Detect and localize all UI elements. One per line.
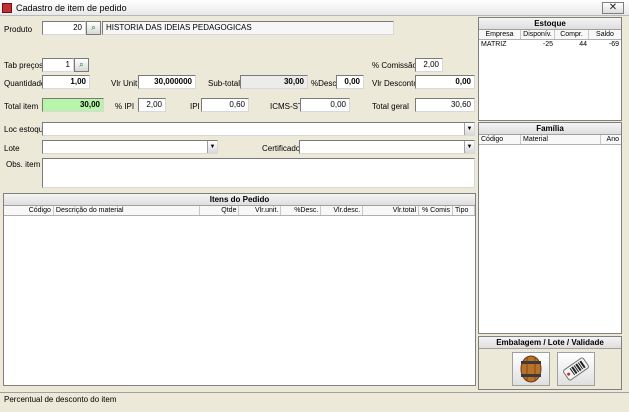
tab-precos-lookup-button[interactable]: ⌕ — [74, 58, 89, 72]
comissao-label: % Comissão — [372, 61, 417, 70]
produto-label: Produto — [4, 25, 33, 34]
quantidade-label: Quantidade — [4, 79, 46, 88]
col-codigo[interactable]: Código — [4, 206, 54, 215]
vlr-desconto-input[interactable]: 0,00 — [415, 75, 475, 89]
col-vlr-unit[interactable]: Vlr.unit. — [239, 206, 282, 215]
search-icon: ⌕ — [91, 23, 96, 32]
quantidade-input[interactable]: 1,00 — [42, 75, 90, 89]
search-icon: ⌕ — [79, 60, 84, 69]
cell-empresa: MATRIZ — [481, 41, 507, 48]
status-text: Percentual de desconto do item — [4, 395, 117, 404]
estoque-grid-header: Empresa Disponív. Compr. Saldo — [479, 30, 621, 40]
sub-total-field: 30,00 — [240, 75, 308, 89]
itens-panel: Itens do Pedido Código Descrição do mate… — [3, 193, 476, 386]
col-disponiv[interactable]: Disponív. — [521, 30, 555, 39]
window-title: Cadastro de item de pedido — [16, 3, 127, 13]
total-item-field: 30,00 — [42, 98, 104, 112]
produto-name-field: HISTORIA DAS IDEIAS PEDAGOGICAS — [102, 21, 394, 35]
col-desc[interactable]: %Desc. — [281, 206, 322, 215]
cell-compr: 44 — [579, 41, 587, 48]
certificado-select[interactable]: ▼ — [299, 140, 475, 154]
col-tipo[interactable]: Tipo — [453, 206, 475, 215]
itens-title: Itens do Pedido — [4, 194, 475, 206]
estoque-panel: Estoque Empresa Disponív. Compr. Saldo M… — [478, 17, 622, 121]
table-row[interactable]: MATRIZ -25 44 -69 — [479, 40, 621, 49]
col-empresa[interactable]: Empresa — [479, 30, 521, 39]
chevron-down-icon[interactable]: ▼ — [207, 141, 217, 153]
ipi-pct-label: % IPI — [115, 102, 135, 111]
tab-precos-input[interactable]: 1 — [42, 58, 74, 72]
itens-grid-header: Código Descrição do material Qtde Vlr.un… — [4, 206, 475, 216]
cell-saldo: -69 — [608, 41, 619, 48]
chevron-down-icon[interactable]: ▼ — [464, 123, 474, 135]
loc-estoque-select[interactable]: ▼ — [42, 122, 475, 136]
familia-panel: Família Código Material Ano — [478, 122, 622, 334]
col-qtde[interactable]: Qtde — [200, 206, 240, 215]
col-fam-material[interactable]: Material — [521, 135, 601, 144]
ipi-label: IPI — [190, 102, 200, 111]
produto-code-input[interactable]: 20 — [42, 21, 86, 35]
certificado-label: Certificado — [262, 144, 301, 153]
col-comis[interactable]: % Comis — [419, 206, 454, 215]
col-descricao[interactable]: Descrição do material — [54, 206, 200, 215]
desc-input[interactable]: 0,00 — [336, 75, 364, 89]
desc-label: %Desc — [311, 79, 337, 88]
embalagem-panel: Embalagem / Lote / Validade — [478, 336, 622, 390]
lote-select[interactable]: ▼ — [42, 140, 218, 154]
sub-total-label: Sub-total — [208, 79, 241, 88]
ipi-field[interactable]: 0,60 — [201, 98, 249, 112]
vlr-unit-label: Vlr Unit — [111, 79, 138, 88]
familia-grid-header: Código Material Ano — [479, 135, 621, 145]
col-compr[interactable]: Compr. — [555, 30, 589, 39]
icms-st-label: ICMS-ST — [270, 102, 303, 111]
col-fam-ano[interactable]: Ano — [601, 135, 621, 144]
total-geral-field: 30,60 — [415, 98, 475, 112]
obs-item-label: Obs. item — [6, 160, 41, 169]
lote-validade-button[interactable] — [557, 352, 595, 386]
col-vlr-total[interactable]: Vlr.total — [363, 206, 420, 215]
ipi-pct-input[interactable]: 2,00 — [138, 98, 166, 112]
close-button[interactable]: ✕ — [602, 2, 624, 14]
embalagem-title: Embalagem / Lote / Validade — [479, 337, 621, 349]
lote-label: Lote — [4, 144, 20, 153]
tab-precos-label: Tab preços — [4, 61, 44, 70]
barcode-tag-icon — [563, 357, 589, 381]
total-item-label: Total item — [4, 102, 39, 111]
barrel-icon — [520, 355, 542, 383]
embalagem-button[interactable] — [512, 352, 550, 386]
status-bar: Percentual de desconto do item — [0, 392, 629, 412]
app-icon — [2, 3, 12, 13]
chevron-down-icon[interactable]: ▼ — [464, 141, 474, 153]
estoque-title: Estoque — [479, 18, 621, 30]
produto-lookup-button[interactable]: ⌕ — [86, 21, 101, 35]
familia-title: Família — [479, 123, 621, 135]
comissao-input[interactable]: 2,00 — [415, 58, 443, 72]
cell-disponiv: -25 — [542, 41, 553, 48]
vlr-unit-input[interactable]: 30,000000 — [138, 75, 196, 89]
vlr-desconto-label: Vlr Desconto — [372, 79, 418, 88]
col-vlr-desc[interactable]: Vlr.desc. — [321, 206, 364, 215]
col-saldo[interactable]: Saldo — [589, 30, 621, 39]
obs-item-textarea[interactable] — [42, 158, 475, 188]
col-fam-codigo[interactable]: Código — [479, 135, 521, 144]
total-geral-label: Total geral — [372, 102, 409, 111]
icms-st-field[interactable]: 0,00 — [300, 98, 350, 112]
